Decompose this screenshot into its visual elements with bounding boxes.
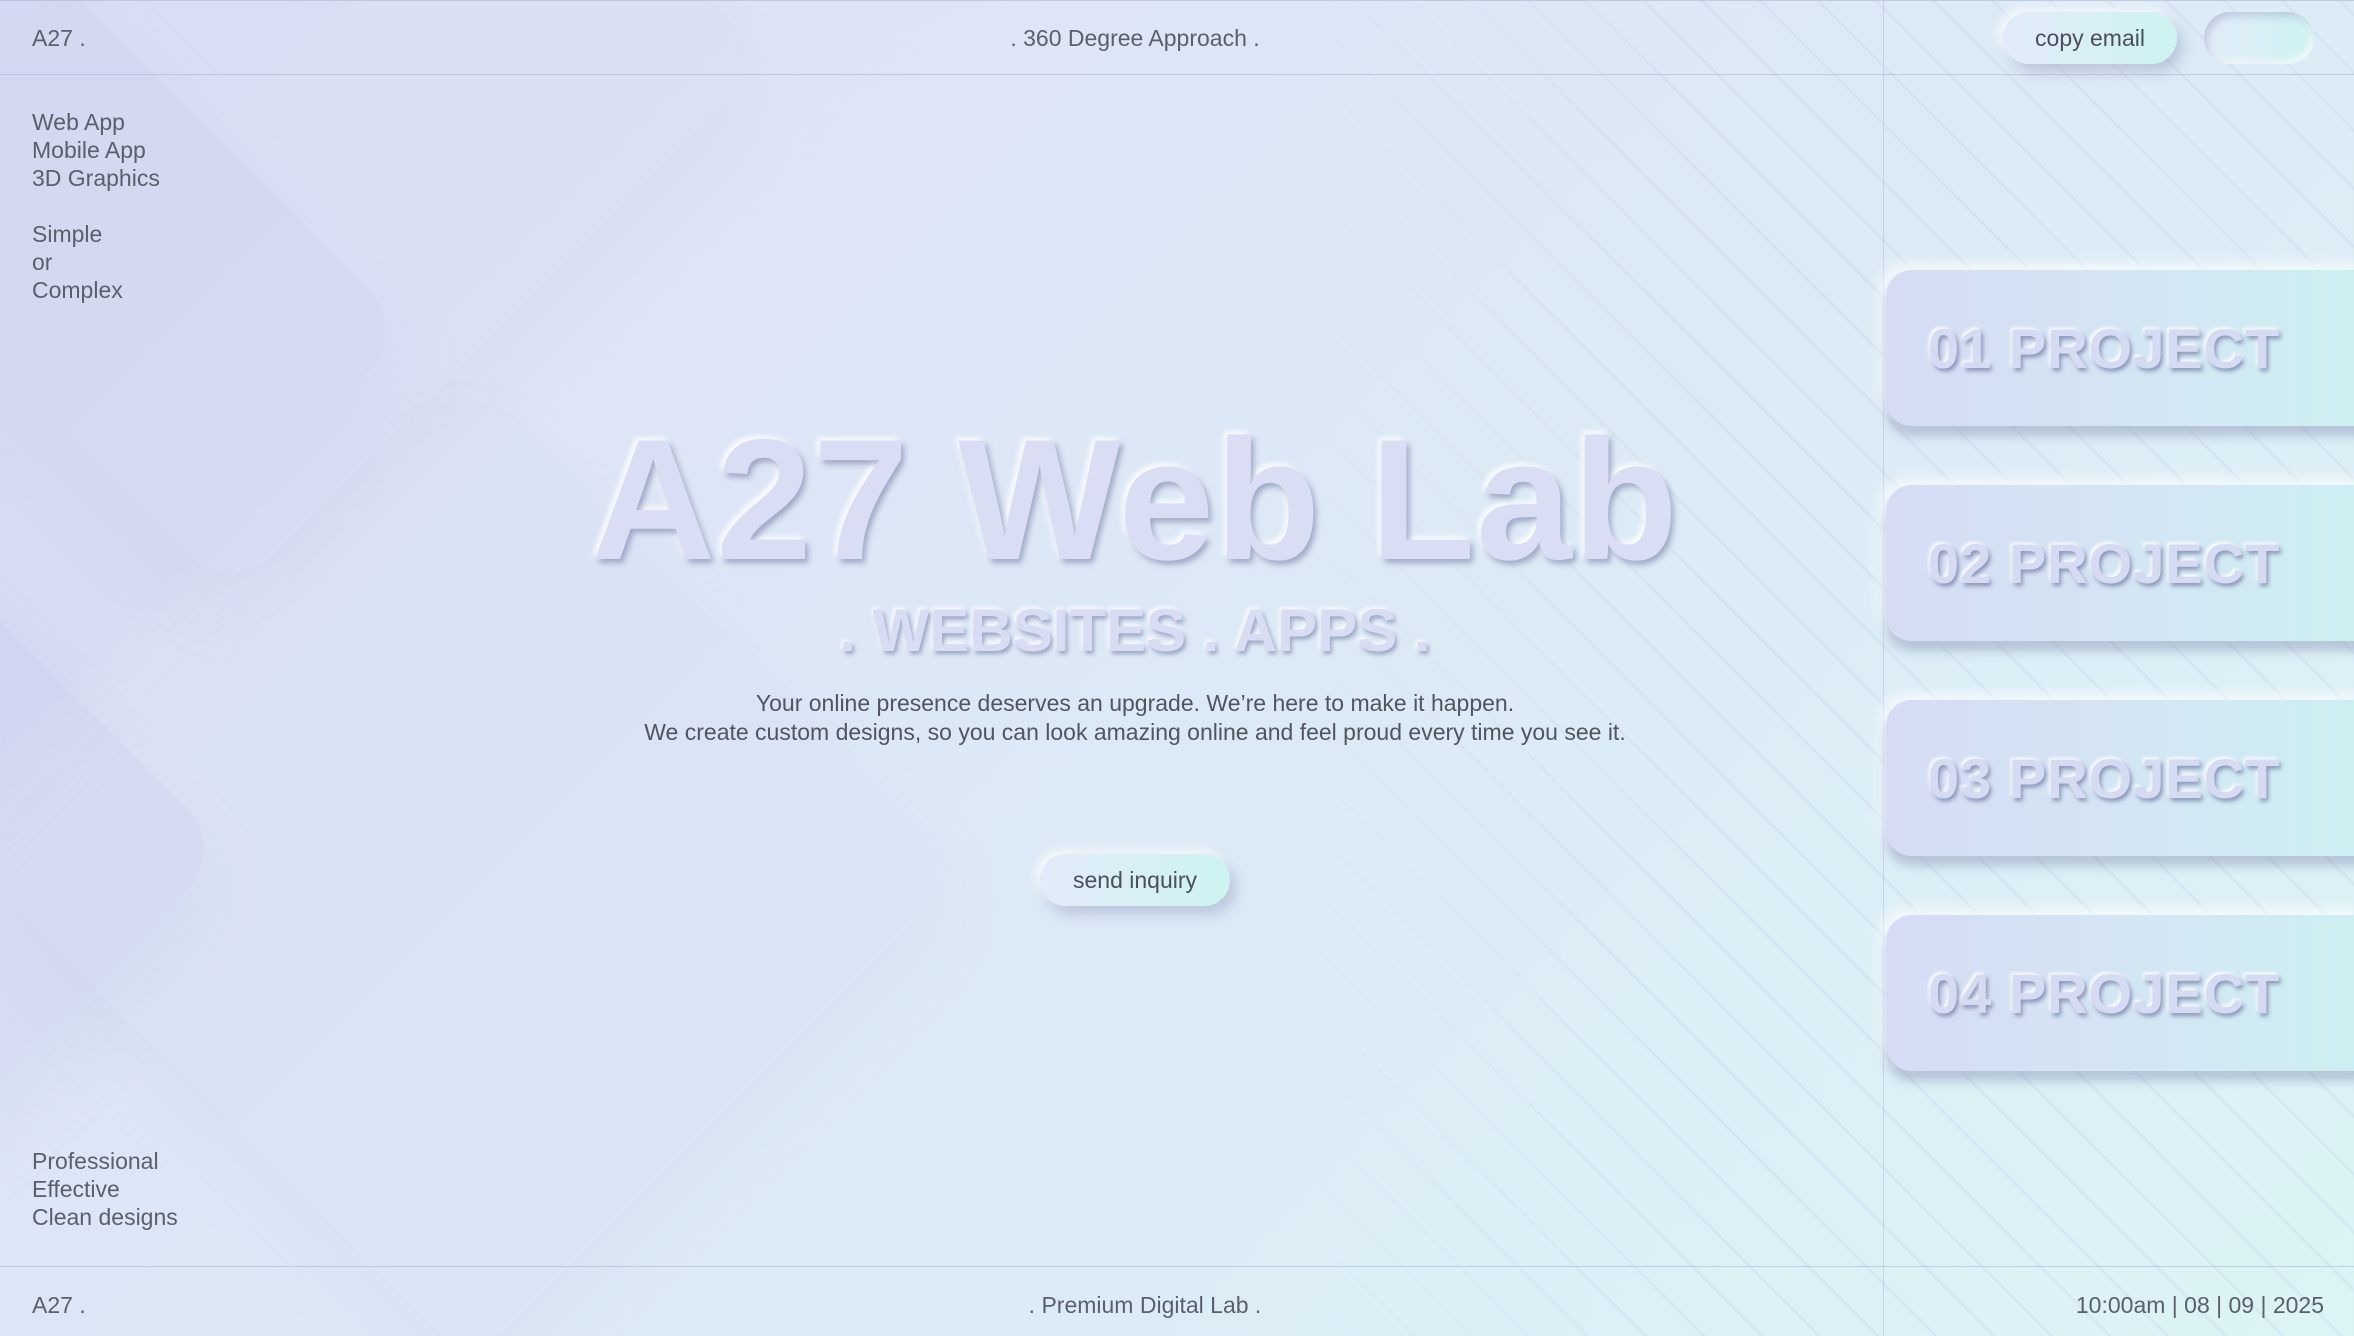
footer-divider [0,1266,2354,1267]
project-card-label: 01 PROJECT [1928,316,2281,380]
footer-datetime: 10:00am | 08 | 09 | 2025 [2075,1292,2324,1318]
service-item-3d-graphics: 3D Graphics [32,165,160,191]
services-list: Web App Mobile App 3D Graphics [32,108,160,192]
background-diagonal-stripes [1300,0,2354,1336]
quality-item: Clean designs [32,1204,178,1230]
quality-item: Effective [32,1176,120,1202]
service-item-mobile-app: Mobile App [32,137,146,163]
quality-item: Professional [32,1148,159,1174]
footer-tagline: . Premium Digital Lab . [1028,1292,1262,1318]
scope-item: Complex [32,277,123,303]
project-card-03[interactable]: 03 PROJECT [1886,700,2354,856]
scope-list: Simple or Complex [32,220,123,304]
scope-item: Simple [32,221,103,247]
project-card-04[interactable]: 04 PROJECT [1886,915,2354,1071]
top-border-line [0,0,2354,1]
background-decoration [0,0,2354,1336]
project-card-label: 02 PROJECT [1928,531,2281,595]
scope-item: or [32,249,53,275]
project-card-label: 04 PROJECT [1928,961,2281,1025]
copy-email-button[interactable]: copy email [2003,12,2177,64]
projects-column-divider [1883,0,1884,1336]
header-tagline: . 360 Degree Approach . [1010,25,1260,51]
project-card-02[interactable]: 02 PROJECT [1886,485,2354,641]
theme-toggle[interactable] [2204,12,2314,64]
send-inquiry-button[interactable]: send inquiry [1040,854,1230,906]
project-card-01[interactable]: 01 PROJECT [1886,270,2354,426]
qualities-list: Professional Effective Clean designs [32,1147,178,1231]
header-divider [0,74,2354,75]
service-item-web-app: Web App [32,109,125,135]
project-card-label: 03 PROJECT [1928,746,2281,810]
